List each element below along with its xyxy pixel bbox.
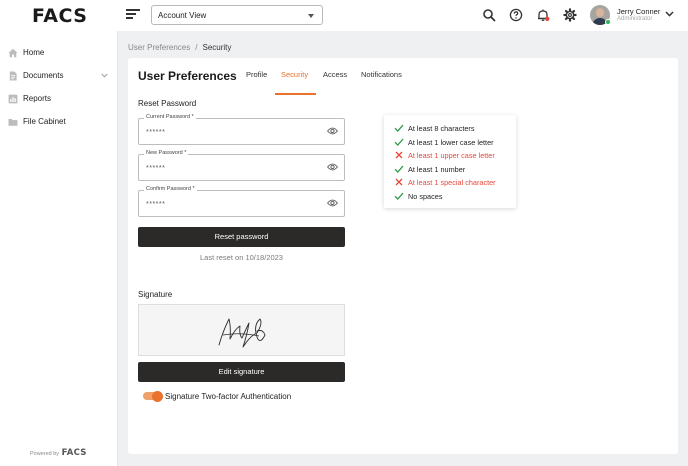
- bell-icon[interactable]: [536, 8, 550, 22]
- sidebar-item-reports[interactable]: Reports: [0, 90, 117, 108]
- requirement-text: At least 1 special character: [408, 178, 496, 187]
- field-label: Confirm Password *: [144, 186, 197, 192]
- tab-access[interactable]: Access: [323, 70, 347, 84]
- tab-profile[interactable]: Profile: [246, 70, 267, 84]
- last-reset-text: Last reset on 10/18/2023: [200, 253, 283, 262]
- signature-preview: [138, 304, 345, 356]
- cross-icon: [395, 178, 403, 186]
- sidebar-item-label: Home: [23, 48, 45, 57]
- menu-toggle-icon[interactable]: [126, 9, 140, 21]
- folder-icon: [8, 119, 18, 126]
- field-value: ******: [146, 165, 166, 172]
- top-bar: FACS Account View Jerry Conner Administr: [0, 0, 688, 31]
- new-password-field[interactable]: New Password * ******: [138, 150, 345, 181]
- check-icon: [394, 165, 404, 173]
- eye-icon[interactable]: [327, 127, 338, 135]
- powered-by: Powered by FACS: [30, 448, 87, 458]
- caret-down-icon: [308, 14, 314, 18]
- sidebar-item-label: File Cabinet: [23, 117, 66, 126]
- powered-by-label: Powered by: [30, 451, 60, 457]
- tab-security[interactable]: Security: [281, 70, 308, 84]
- breadcrumb-separator: /: [195, 43, 198, 52]
- active-tab-indicator: [275, 93, 316, 95]
- sidebar-item-label: Reports: [23, 94, 52, 103]
- reset-password-button[interactable]: Reset password: [138, 227, 345, 247]
- field-label: New Password *: [144, 150, 189, 156]
- gear-icon[interactable]: [563, 8, 577, 22]
- user-name: Jerry Conner: [617, 7, 661, 16]
- user-role: Administrator: [617, 16, 653, 22]
- view-select[interactable]: Account View: [151, 5, 323, 25]
- view-select-value: Account View: [158, 11, 207, 20]
- requirement-text: At least 1 lower case letter: [408, 137, 494, 147]
- field-value: ******: [146, 129, 166, 136]
- requirement-text: At least 1 number: [408, 164, 466, 174]
- powered-by-logo: FACS: [61, 448, 87, 458]
- tab-notifications[interactable]: Notifications: [361, 70, 402, 84]
- field-value: ******: [146, 201, 166, 208]
- help-icon[interactable]: [509, 8, 523, 22]
- document-icon: [9, 71, 17, 81]
- requirement-text: At least 8 characters: [408, 124, 475, 133]
- breadcrumb-current: Security: [202, 43, 232, 52]
- confirm-password-field[interactable]: Confirm Password * ******: [138, 186, 345, 217]
- check-icon: [394, 192, 404, 200]
- reset-password-heading: Reset Password: [138, 99, 197, 108]
- page-title: User Preferences: [138, 69, 237, 83]
- chart-icon: [8, 94, 18, 104]
- check-icon: [394, 138, 404, 146]
- sidebar-item-label: Documents: [23, 71, 64, 80]
- home-icon: [8, 48, 18, 58]
- two-factor-label: Signature Two-factor Authentication: [165, 392, 292, 401]
- requirement-text: No spaces: [408, 191, 443, 201]
- search-icon[interactable]: [482, 8, 496, 22]
- breadcrumb: User Preferences / Security: [128, 43, 231, 52]
- online-status-indicator: [605, 19, 611, 25]
- current-password-field[interactable]: Current Password * ******: [138, 114, 345, 145]
- signature-heading: Signature: [138, 290, 173, 299]
- cross-icon: [395, 151, 403, 159]
- password-requirements-popover: At least 8 characters At least 1 lower c…: [384, 115, 516, 208]
- two-factor-toggle[interactable]: [143, 390, 163, 402]
- sidebar: Home Documents Reports File Cabinet Powe…: [0, 31, 118, 466]
- chevron-down-icon[interactable]: [101, 73, 108, 78]
- sidebar-item-documents[interactable]: Documents: [0, 67, 117, 85]
- preferences-card: User Preferences Profile Security Access…: [128, 58, 678, 454]
- user-menu-chevron-icon[interactable]: [665, 11, 674, 17]
- eye-icon[interactable]: [327, 199, 338, 207]
- edit-signature-button[interactable]: Edit signature: [138, 362, 345, 382]
- field-label: Current Password *: [144, 114, 196, 120]
- sidebar-item-home[interactable]: Home: [0, 44, 117, 62]
- check-icon: [394, 124, 404, 132]
- sidebar-item-file-cabinet[interactable]: File Cabinet: [0, 113, 117, 131]
- requirement-text: At least 1 upper case letter: [408, 151, 495, 160]
- eye-icon[interactable]: [327, 163, 338, 171]
- app-logo[interactable]: FACS: [32, 5, 87, 27]
- breadcrumb-parent-link[interactable]: User Preferences: [128, 43, 190, 52]
- signature-image: [218, 318, 266, 348]
